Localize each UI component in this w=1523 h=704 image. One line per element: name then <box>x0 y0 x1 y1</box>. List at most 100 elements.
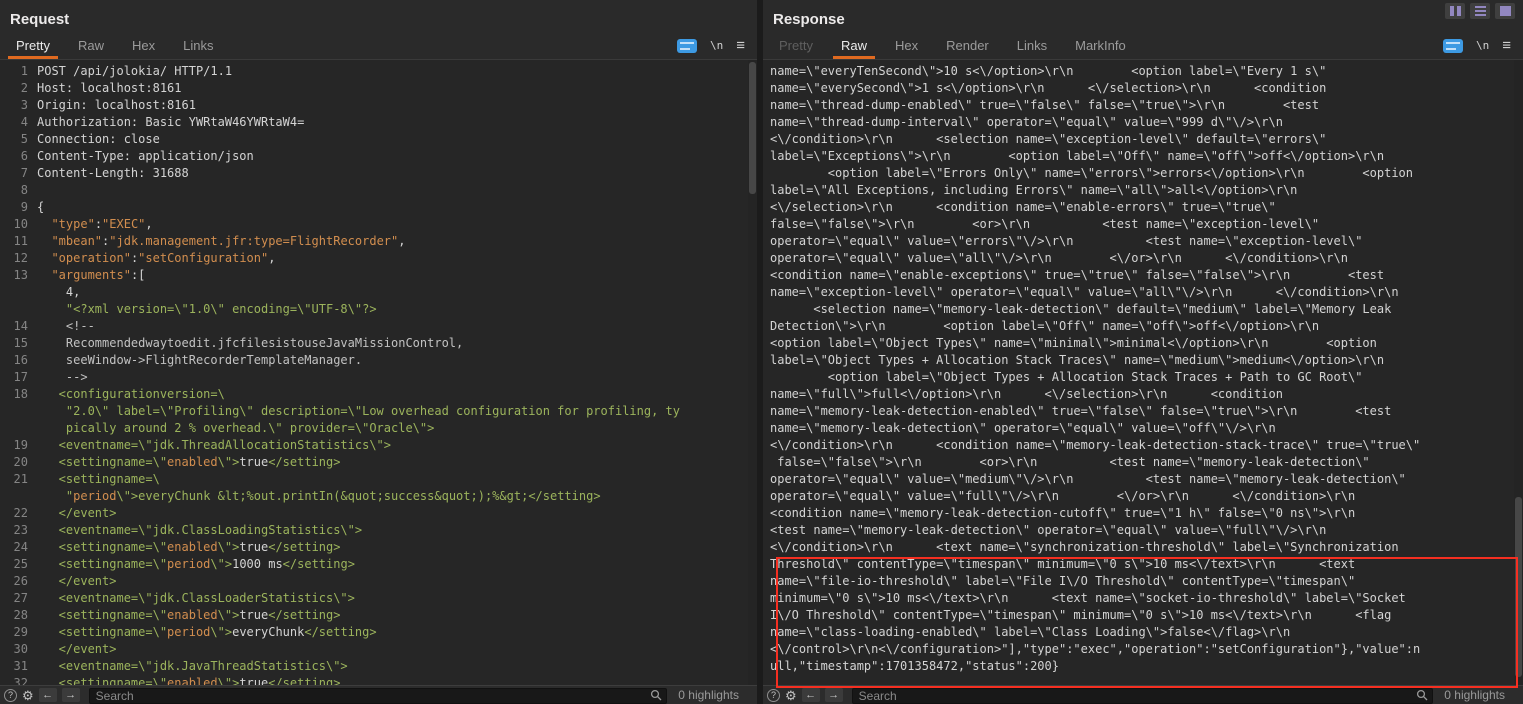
request-tabbar: PrettyRawHexLinks \n ≡ <box>0 32 757 60</box>
response-code-line: operator=\"equal\" value=\"full\"\/>\r\n… <box>770 488 1523 505</box>
request-code-line: 7Content-Length: 31688 <box>6 165 757 182</box>
request-tabs: PrettyRawHexLinks <box>2 32 227 59</box>
response-code-line: name=\"memory-leak-detection-enabled\" t… <box>770 403 1523 420</box>
response-scrollbar[interactable] <box>1514 60 1523 685</box>
response-code-line: I\/O Threshold\" contentType=\"timespan\… <box>770 607 1523 624</box>
request-code-line: 2Host: localhost:8161 <box>6 80 757 97</box>
search-prev-button[interactable]: ← <box>802 688 820 702</box>
request-code-line: 27 <eventname=\"jdk.ClassLoaderStatistic… <box>6 590 757 607</box>
newline-toggle-icon[interactable]: \n <box>710 39 723 52</box>
search-field-wrap <box>89 687 668 703</box>
request-scrollbar[interactable] <box>748 60 757 685</box>
request-code-line: 25 <settingname=\"period\">1000 ms</sett… <box>6 556 757 573</box>
tab-links[interactable]: Links <box>169 32 227 59</box>
request-code-line: 18 <configurationversion=\ <box>6 386 757 403</box>
search-magnifier-icon <box>650 689 662 701</box>
response-code-line: <condition name=\"enable-exceptions\" tr… <box>770 267 1523 284</box>
request-code-line: 26 </event> <box>6 573 757 590</box>
response-scrollbar-thumb[interactable] <box>1515 497 1522 677</box>
message-editor-window: Request PrettyRawHexLinks \n ≡ 1POST /ap… <box>0 0 1523 704</box>
request-scrollbar-thumb[interactable] <box>749 62 756 194</box>
response-code-line: name=\"class-loading-enabled\" label=\"C… <box>770 624 1523 641</box>
response-code-line: operator=\"equal\" value=\"errors\"\/>\r… <box>770 233 1523 250</box>
request-code-line: "<?xml version=\"1.0\" encoding=\"UTF-8\… <box>6 301 757 318</box>
response-code-line: false=\"false\">\r\n <or>\r\n <test name… <box>770 216 1523 233</box>
response-tabbar: PrettyRawHexRenderLinksMarkInfo \n ≡ <box>763 32 1523 60</box>
tab-pretty[interactable]: Pretty <box>2 32 64 59</box>
search-next-button[interactable]: → <box>62 688 80 702</box>
search-highlights-count: 0 highlights <box>678 688 739 702</box>
tab-hex[interactable]: Hex <box>118 32 169 59</box>
search-prev-button[interactable]: ← <box>39 688 57 702</box>
response-code-line: <test name=\"memory-leak-detection\" ope… <box>770 522 1523 539</box>
response-code-line: name=\"thread-dump-interval\" operator=\… <box>770 114 1523 131</box>
response-editor-toolbar: \n ≡ <box>1443 32 1523 59</box>
syntax-highlight-icon[interactable] <box>1443 39 1463 53</box>
request-editor-toolbar: \n ≡ <box>677 32 757 59</box>
response-code: name=\"everyTenSecond\">10 s<\/option>\r… <box>769 63 1523 675</box>
rows-layout-icon[interactable] <box>1470 3 1490 19</box>
response-code-line: Threshold\" contentType=\"timespan\" min… <box>770 556 1523 573</box>
newline-toggle-icon[interactable]: \n <box>1476 39 1489 52</box>
response-code-line: name=\"exception-level\" operator=\"equa… <box>770 284 1523 301</box>
layout-buttons <box>1445 3 1515 19</box>
response-editor[interactable]: name=\"everyTenSecond\">10 s<\/option>\r… <box>763 60 1523 685</box>
search-settings-gear-icon[interactable]: ⚙ <box>22 689 34 702</box>
response-panel: Response PrettyRawHexRenderLinksMarkInfo… <box>763 0 1523 704</box>
response-code-line: Detection\">\r\n <option label=\"Off\" n… <box>770 318 1523 335</box>
request-code-line: 9{ <box>6 199 757 216</box>
tab-render[interactable]: Render <box>932 32 1003 59</box>
search-help-icon[interactable]: ? <box>4 689 17 702</box>
columns-layout-icon[interactable] <box>1445 3 1465 19</box>
single-layout-icon[interactable] <box>1495 3 1515 19</box>
response-code-line: <option label=\"Object Types\" name=\"mi… <box>770 335 1523 352</box>
tab-raw[interactable]: Raw <box>64 32 118 59</box>
response-code-line: name=\"file-io-threshold\" label=\"File … <box>770 573 1523 590</box>
request-code-line: "2.0\" label=\"Profiling\" description=\… <box>6 403 757 420</box>
search-input[interactable] <box>89 688 668 704</box>
response-code-line: operator=\"equal\" value=\"medium\"\/>\r… <box>770 471 1523 488</box>
response-code-line: name=\"everySecond\">1 s<\/option>\r\n <… <box>770 80 1523 97</box>
tab-pretty[interactable]: Pretty <box>765 32 827 59</box>
request-code-line: 12 "operation":"setConfiguration", <box>6 250 757 267</box>
response-code-line: operator=\"equal\" value=\"all\"\/>\r\n … <box>770 250 1523 267</box>
search-magnifier-icon <box>1416 689 1428 701</box>
tab-hex[interactable]: Hex <box>881 32 932 59</box>
request-code-line: 3Origin: localhost:8161 <box>6 97 757 114</box>
response-code-line: <\/condition>\r\n <text name=\"synchroni… <box>770 539 1523 556</box>
request-code-line: 28 <settingname=\"enabled\">true</settin… <box>6 607 757 624</box>
request-code-line: 14 <!-- <box>6 318 757 335</box>
search-settings-gear-icon[interactable]: ⚙ <box>785 689 797 702</box>
request-code-line: 4Authorization: Basic YWRtaW46YWRtaW4= <box>6 114 757 131</box>
response-code-line: <\/control>\r\n<\/configuration>"],"type… <box>770 641 1523 658</box>
response-panel-title: Response <box>763 0 1523 32</box>
request-code-line: 16 seeWindow->FlightRecorderTemplateMana… <box>6 352 757 369</box>
request-code-line: 21 <settingname=\ <box>6 471 757 488</box>
search-next-button[interactable]: → <box>825 688 843 702</box>
search-input[interactable] <box>852 688 1434 704</box>
request-code-line: 1POST /api/jolokia/ HTTP/1.1 <box>6 63 757 80</box>
tab-markinfo[interactable]: MarkInfo <box>1061 32 1140 59</box>
tab-raw[interactable]: Raw <box>827 32 881 59</box>
editor-menu-icon[interactable]: ≡ <box>736 38 745 53</box>
search-highlights-count: 0 highlights <box>1444 688 1505 702</box>
request-editor[interactable]: 1POST /api/jolokia/ HTTP/1.12Host: local… <box>0 60 757 685</box>
request-code-line: 32 <settingname=\"enabled\">true</settin… <box>6 675 757 685</box>
response-code-line: minimum=\"0 s\">10 ms<\/text>\r\n <text … <box>770 590 1523 607</box>
search-field-wrap <box>852 687 1434 703</box>
response-code-line: name=\"memory-leak-detection\" operator=… <box>770 420 1523 437</box>
request-code-line: 20 <settingname=\"enabled\">true</settin… <box>6 454 757 471</box>
request-code-line: 10 "type":"EXEC", <box>6 216 757 233</box>
response-code-line: <condition name=\"memory-leak-detection-… <box>770 505 1523 522</box>
request-code-line: 13 "arguments":[ <box>6 267 757 284</box>
tab-links[interactable]: Links <box>1003 32 1061 59</box>
syntax-highlight-icon[interactable] <box>677 39 697 53</box>
response-code-line: false=\"false\">\r\n <or>\r\n <test name… <box>770 454 1523 471</box>
request-code-line: 29 <settingname=\"period\">everyChunk</s… <box>6 624 757 641</box>
search-help-icon[interactable]: ? <box>767 689 780 702</box>
request-code-line: 8 <box>6 182 757 199</box>
request-code-line: 11 "mbean":"jdk.management.jfr:type=Flig… <box>6 233 757 250</box>
editor-menu-icon[interactable]: ≡ <box>1502 38 1511 53</box>
response-code-line: <option label=\"Errors Only\" name=\"err… <box>770 165 1523 182</box>
request-code-line: 5Connection: close <box>6 131 757 148</box>
